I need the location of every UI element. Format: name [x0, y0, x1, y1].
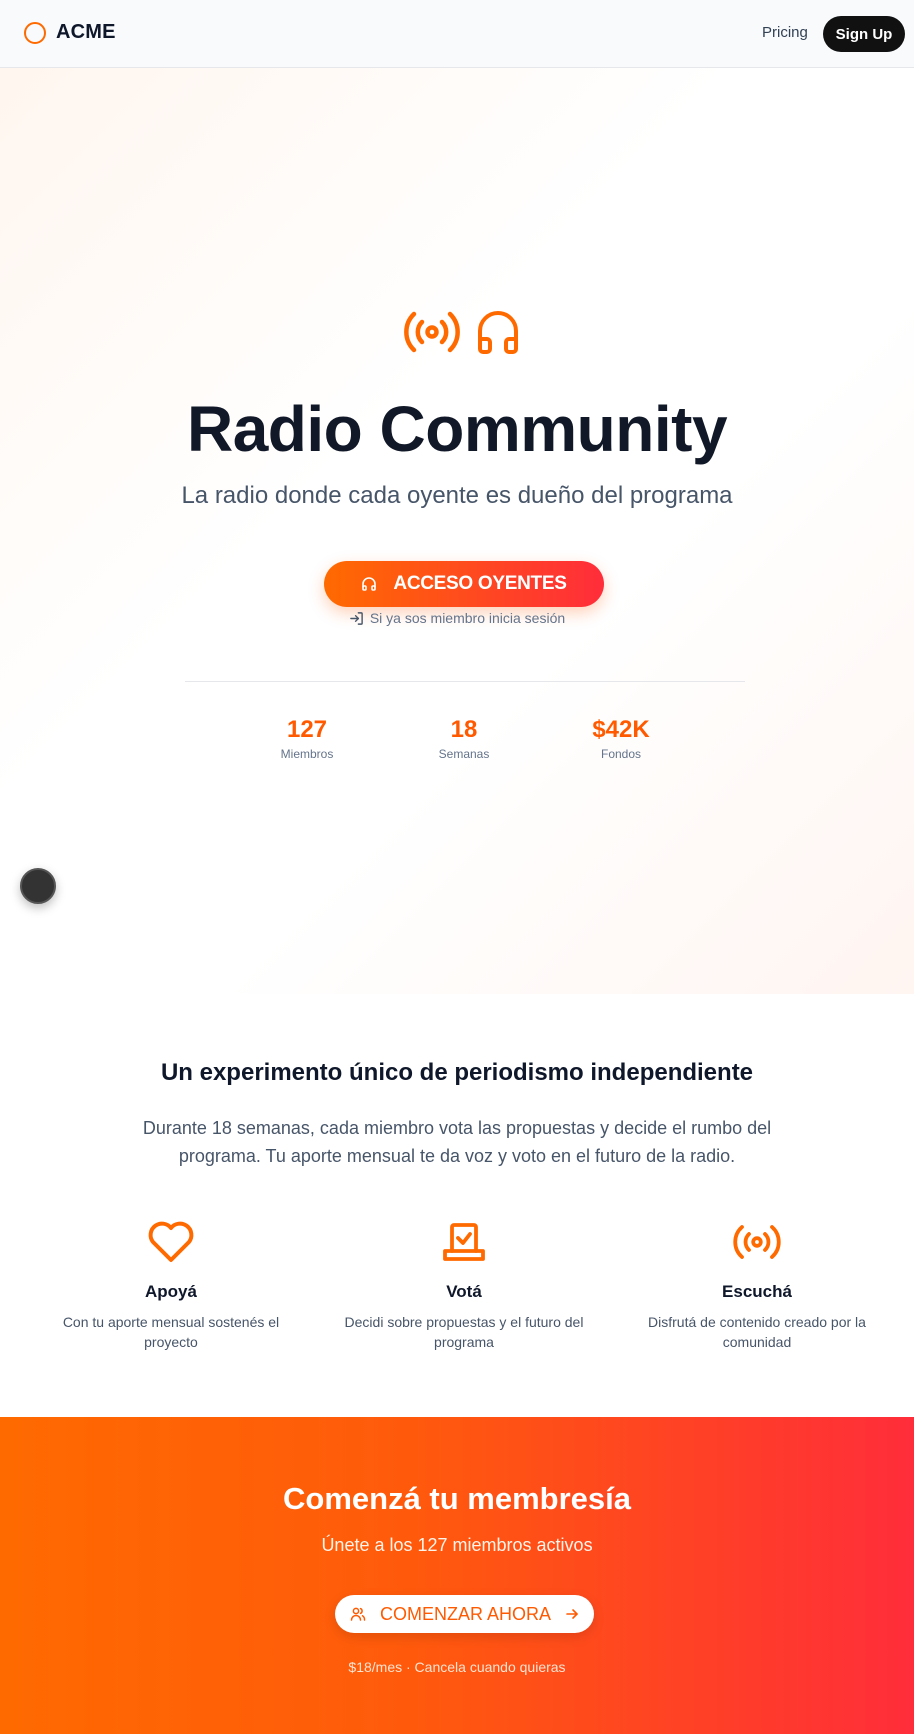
hero-subtitle: La radio donde cada oyente es dueño del …	[181, 482, 733, 509]
floating-widget-button[interactable]	[20, 868, 56, 904]
headphones-icon	[362, 577, 377, 591]
users-icon	[350, 1607, 366, 1621]
broadcast-icon	[404, 311, 460, 353]
stat-label: Fondos	[600, 747, 642, 761]
feature-title: Apoyá	[145, 1282, 197, 1301]
stat-funds: $42K Fondos	[551, 716, 691, 761]
broadcast-icon	[733, 1225, 781, 1259]
stat-value: 18	[450, 716, 478, 743]
login-hint-text: Si ya sos miembro inicia sesión	[369, 610, 566, 626]
signup-button[interactable]: Sign Up	[823, 16, 905, 52]
stat-label: Semanas	[438, 747, 490, 761]
membership-note: $18/mes · Cancela cuando quieras	[348, 1659, 566, 1675]
feature-title: Votá	[446, 1282, 482, 1301]
brand-name: ACME	[56, 21, 116, 43]
login-icon	[350, 611, 363, 625]
listener-access-button[interactable]: ACCESO OYENTES	[324, 561, 604, 607]
feature-support: Apoyá Con tu aporte mensual sostenés el …	[46, 1218, 296, 1352]
brand-logo[interactable]: ACME	[24, 21, 116, 44]
feature-title: Escuchá	[722, 1282, 792, 1301]
heart-icon	[148, 1221, 194, 1262]
arrow-right-icon	[566, 1609, 578, 1619]
about-title: Un experimento único de periodismo indep…	[160, 1059, 754, 1086]
hero-divider	[185, 681, 745, 682]
membership-title: Comenzá tu membresía	[283, 1481, 631, 1516]
feature-vote: Votá Decidi sobre propuestas y el futuro…	[339, 1218, 589, 1352]
vote-box-icon	[443, 1223, 485, 1261]
feature-text: Disfrutá de contenido creado por la comu…	[648, 1314, 866, 1350]
feature-text: Decidi sobre propuestas y el futuro del …	[344, 1314, 584, 1350]
logo-ring-icon	[24, 21, 46, 44]
membership-subtitle: Únete a los 127 miembros activos	[321, 1535, 593, 1555]
stat-weeks: 18 Semanas	[394, 716, 534, 761]
start-now-label: COMENZAR AHORA	[379, 1603, 552, 1624]
about-text: Durante 18 semanas, cada miembro vota la…	[142, 1118, 772, 1166]
stat-members: 127 Miembros	[237, 716, 377, 761]
nav-link-pricing[interactable]: Pricing	[762, 24, 808, 41]
stat-value: 127	[286, 716, 328, 743]
hero-title: Radio Community	[186, 393, 728, 465]
login-link[interactable]: Si ya sos miembro inicia sesión	[0, 610, 914, 626]
hero-icons	[402, 308, 520, 356]
hero-section: Radio Community La radio donde cada oyen…	[0, 68, 914, 994]
navbar: ACME Pricing Sign Up	[0, 0, 914, 68]
listener-access-label: ACCESO OYENTES	[393, 573, 567, 594]
start-now-button[interactable]: COMENZAR AHORA	[335, 1595, 594, 1633]
stat-label: Miembros	[280, 747, 334, 761]
stat-value: $42K	[592, 716, 650, 743]
membership-section: Comenzá tu membresía Únete a los 127 mie…	[0, 1417, 914, 1734]
feature-text: Con tu aporte mensual sostenés el proyec…	[62, 1314, 280, 1350]
headphones-icon	[478, 311, 518, 354]
feature-listen: Escuchá Disfrutá de contenido creado por…	[632, 1218, 882, 1352]
